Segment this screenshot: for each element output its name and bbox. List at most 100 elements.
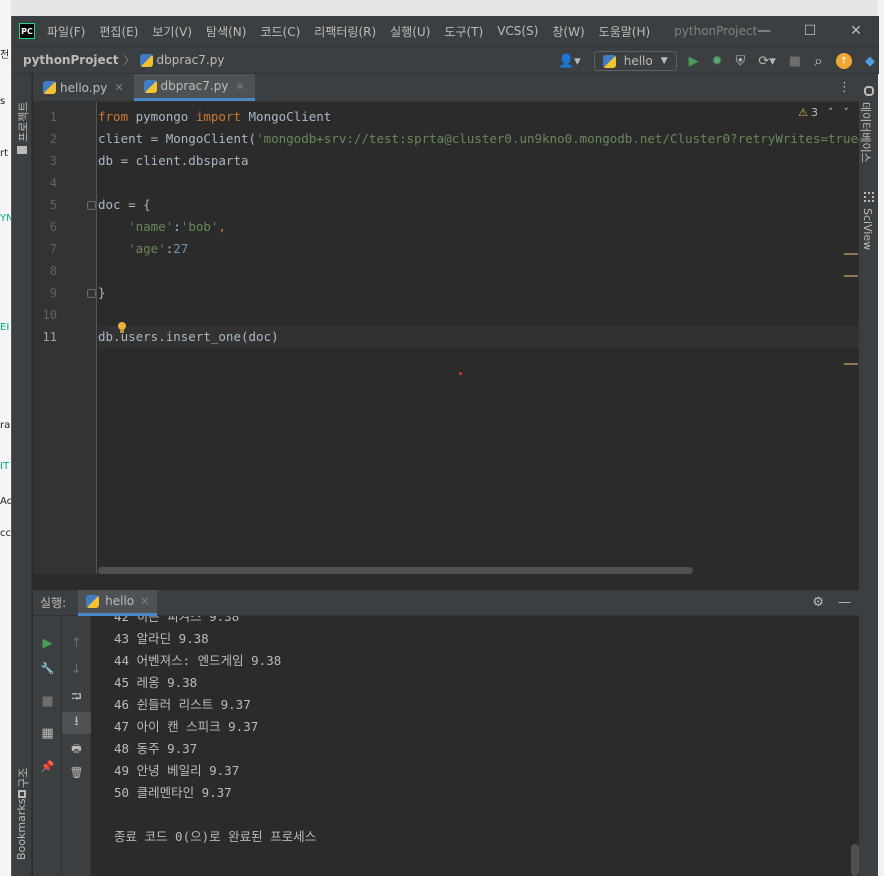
plugin-icon[interactable]: ◆ xyxy=(865,54,875,69)
console-line: 42 히든 피겨스 9.38 xyxy=(114,616,240,624)
stop-button[interactable]: ■ xyxy=(789,54,801,69)
pin-icon[interactable]: 📌 xyxy=(33,760,62,773)
console-output[interactable]: 42 히든 피겨스 9.38 43 알라딘 9.38 44 어벤져스: 엔드게임 9… xyxy=(103,616,845,876)
python-file-icon xyxy=(43,81,56,94)
bg-fragment: YN xyxy=(0,213,11,224)
line-number: 8 xyxy=(49,264,57,278)
tabs-menu-icon[interactable]: ⋮ xyxy=(838,80,851,95)
run-config-select[interactable]: hello ▼ xyxy=(593,51,677,71)
title-bar: PC 파일(F) 편집(E) 보기(V) 탐색(N) 코드(C) 리팩터링(R)… xyxy=(12,16,879,46)
menu-window[interactable]: 창(W) xyxy=(552,23,584,40)
project-tool-icon xyxy=(17,146,27,154)
code-line[interactable]: doc = { xyxy=(98,194,151,216)
update-icon[interactable]: ↑ xyxy=(836,53,852,69)
code-token: client = MongoClient( xyxy=(98,131,257,146)
down-arrow-icon[interactable]: ↓ xyxy=(62,662,91,677)
menu-vcs[interactable]: VCS(S) xyxy=(497,24,538,38)
run-tab-close-icon[interactable]: ✕ xyxy=(140,595,149,608)
run-panel-title: 실행: xyxy=(40,596,67,610)
tab-close-icon[interactable]: ✕ xyxy=(235,80,244,93)
code-editor[interactable]: 1 2 3 4 5 6 7 8 9 10 11 from pymongo import MongoC… xyxy=(33,102,859,574)
breadcrumb-file[interactable]: dbprac7.py xyxy=(139,53,225,67)
line-number-gutter: 1 2 3 4 5 6 7 8 9 10 11 xyxy=(33,102,97,574)
project-tool-tab[interactable]: 프로젝트 xyxy=(15,102,31,142)
inspection-widget[interactable]: ⚠ 3 ˄ ˅ xyxy=(798,106,849,119)
next-highlight-icon[interactable]: ˅ xyxy=(844,106,850,119)
soft-wrap-icon[interactable]: ⮒ xyxy=(62,688,91,710)
minimize-button[interactable]: — xyxy=(741,16,787,46)
menu-file[interactable]: 파일(F) xyxy=(47,23,85,40)
close-button[interactable]: ✕ xyxy=(833,16,879,46)
breadcrumb-separator-icon: 〉 xyxy=(123,54,135,67)
line-number: 10 xyxy=(42,308,57,322)
debug-button[interactable]: ✹ xyxy=(712,54,723,69)
bg-fragment: s xyxy=(0,96,6,107)
bg-fragment: IT xyxy=(0,461,10,472)
search-icon[interactable]: ⌕ xyxy=(814,51,823,71)
python-icon xyxy=(602,54,616,68)
code-token: db = client.dbsparta xyxy=(98,153,249,168)
error-stripe-marker[interactable] xyxy=(844,363,858,365)
menu-navigate[interactable]: 탐색(N) xyxy=(206,23,246,40)
trash-icon[interactable]: 🗑 xyxy=(62,766,91,779)
run-tab-hello[interactable]: hello ✕ xyxy=(78,589,158,616)
coverage-button[interactable]: ⛨ xyxy=(736,54,746,69)
layout-icon[interactable]: ▦ xyxy=(33,726,62,741)
code-line[interactable]: db = client.dbsparta xyxy=(98,150,249,172)
stop-icon[interactable]: ■ xyxy=(33,694,62,709)
user-icon[interactable]: 👤▾ xyxy=(558,54,581,69)
breadcrumb-file-label: dbprac7.py xyxy=(156,53,225,67)
code-area[interactable]: from pymongo import MongoClient client = … xyxy=(98,102,859,574)
console-line: 46 쉰들러 리스트 9.37 xyxy=(114,697,251,712)
error-stripe-marker[interactable] xyxy=(844,275,858,277)
error-stripe-marker[interactable] xyxy=(844,253,858,255)
code-token: pymongo xyxy=(128,109,196,124)
fold-marker-icon[interactable] xyxy=(87,201,96,210)
code-line[interactable]: client = MongoClient('mongodb+srv://test… xyxy=(98,128,859,150)
menu-tools[interactable]: 도구(T) xyxy=(444,23,483,40)
profile-button[interactable]: ⟳▾ xyxy=(758,54,775,69)
previous-highlight-icon[interactable]: ˄ xyxy=(828,106,834,119)
print-icon[interactable]: 🖶 xyxy=(62,740,91,759)
fold-marker-icon[interactable] xyxy=(87,289,96,298)
code-token: : xyxy=(173,219,181,234)
menu-refactor[interactable]: 리팩터링(R) xyxy=(314,23,376,40)
tab-hello-py[interactable]: hello.py ✕ xyxy=(33,74,134,101)
menu-view[interactable]: 보기(V) xyxy=(152,23,192,40)
wrench-icon[interactable]: 🔧 xyxy=(33,662,62,675)
menu-code[interactable]: 코드(C) xyxy=(260,23,300,40)
run-button[interactable]: ▶ xyxy=(689,54,699,69)
database-tool-tab[interactable]: 데이터베이스 xyxy=(858,102,874,163)
bg-fragment: ra xyxy=(0,420,11,431)
structure-tool-tab[interactable]: 구조 xyxy=(15,768,31,788)
maximize-button[interactable]: ☐ xyxy=(787,16,833,46)
code-token: 'age' xyxy=(128,241,166,256)
navigation-bar: pythonProject 〉 dbprac7.py 👤▾ hello ▼ ▶ … xyxy=(12,46,879,74)
console-scrollbar[interactable] xyxy=(851,844,859,876)
code-token: MongoClient xyxy=(241,109,332,124)
tab-close-icon[interactable]: ✕ xyxy=(114,81,123,94)
menu-run[interactable]: 실행(U) xyxy=(390,23,430,40)
code-line[interactable]: 'age':27 xyxy=(98,238,188,260)
hide-panel-icon[interactable]: — xyxy=(838,595,851,610)
menu-help[interactable]: 도움말(H) xyxy=(599,23,651,40)
tab-dbprac7-py[interactable]: dbprac7.py ✕ xyxy=(133,74,255,101)
sciview-tool-tab[interactable]: SciView xyxy=(861,208,874,250)
up-arrow-icon[interactable]: ↑ xyxy=(62,636,91,651)
horizontal-scrollbar[interactable] xyxy=(98,567,693,574)
line-number: 9 xyxy=(49,286,57,300)
code-line[interactable]: } xyxy=(98,282,106,304)
code-line[interactable]: from pymongo import MongoClient xyxy=(98,106,331,128)
gear-icon[interactable]: ⚙ xyxy=(812,595,824,610)
code-line[interactable]: 'name':'bob', xyxy=(98,216,226,238)
console-line: 49 안녕 베일리 9.37 xyxy=(114,763,240,778)
bookmarks-tool-tab[interactable]: Bookmarks xyxy=(15,799,28,860)
breadcrumb-project[interactable]: pythonProject xyxy=(23,53,119,67)
menu-edit[interactable]: 편집(E) xyxy=(99,23,138,40)
scroll-to-end-icon[interactable]: ⭳ xyxy=(62,712,91,734)
left-tool-strip: 프로젝트 구조 Bookmarks xyxy=(12,74,32,876)
rerun-icon[interactable]: ▶ xyxy=(33,636,62,651)
bg-fragment: 전 xyxy=(0,50,10,61)
lightbulb-icon[interactable] xyxy=(117,322,127,334)
console-line: 50 클레멘타인 9.37 xyxy=(114,785,232,800)
